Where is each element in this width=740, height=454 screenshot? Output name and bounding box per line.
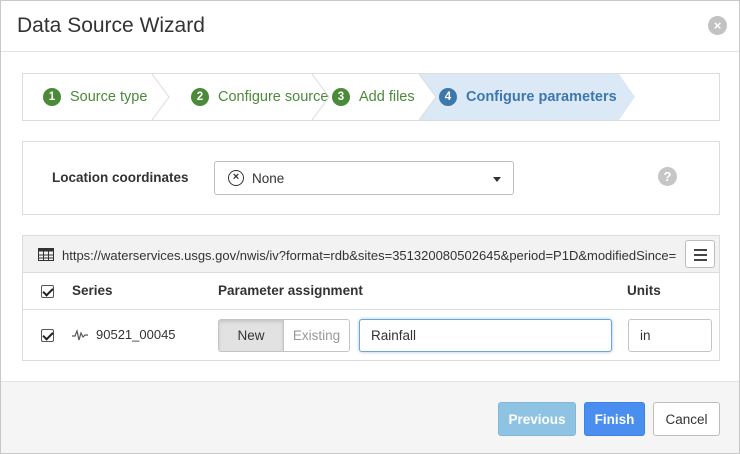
series-name: 90521_00045 [96,327,176,342]
help-icon[interactable]: ? [658,167,677,186]
parameter-name-input[interactable] [359,319,612,352]
menu-icon-line [694,259,707,261]
previous-button[interactable]: Previous [498,402,576,436]
timeseries-icon [72,329,88,341]
menu-icon [694,249,707,251]
step-configure-source[interactable]: 2 Configure source [171,74,329,120]
step-label: Add files [359,89,415,105]
select-all-checkbox[interactable] [41,285,54,298]
step-separator [152,74,170,120]
units-input[interactable] [628,319,712,352]
dialog-header: Data Source Wizard × [1,1,739,52]
step-number-badge: 4 [439,88,457,106]
chevron-down-icon [493,177,501,182]
location-coordinates-select[interactable]: × None [214,161,514,195]
table-icon [38,248,54,261]
step-add-files[interactable]: 3 Add files [312,74,419,120]
parameter-mode-toggle: New Existing [218,319,350,352]
hamburger-menu-button[interactable] [685,240,715,268]
step-separator [419,74,437,120]
existing-parameter-button[interactable]: Existing [284,319,350,352]
source-url: https://waterservices.usgs.gov/nwis/iv?f… [62,248,677,263]
step-label: Configure parameters [466,89,617,105]
none-circle-x-icon: × [228,170,244,186]
source-table-panel: https://waterservices.usgs.gov/nwis/iv?f… [22,235,720,361]
step-configure-parameters[interactable]: 4 Configure parameters [419,74,619,120]
dialog-title: Data Source Wizard [17,14,205,37]
finish-button[interactable]: Finish [584,402,645,436]
step-number-badge: 2 [191,88,209,106]
data-source-wizard-dialog: Data Source Wizard × 1 Source type 2 Con… [0,0,740,454]
close-icon[interactable]: × [708,16,727,35]
step-number-badge: 1 [43,88,61,106]
location-selected-value: None [252,171,285,186]
table-row: 90521_00045 New Existing [23,310,719,360]
wizard-steps: 1 Source type 2 Configure source 3 Add f… [22,73,720,121]
row-checkbox[interactable] [41,329,54,342]
new-parameter-button[interactable]: New [218,319,284,352]
source-url-bar: https://waterservices.usgs.gov/nwis/iv?f… [23,236,719,273]
location-panel: Location coordinates × None ? [22,141,720,215]
dialog-footer: Previous Finish Cancel [1,381,739,453]
step-source-type[interactable]: 1 Source type [23,74,154,120]
menu-icon-line [694,254,707,256]
step-label: Source type [70,89,148,105]
location-coordinates-label: Location coordinates [52,170,189,185]
table-header-row: Series Parameter assignment Units [23,273,719,310]
cancel-button[interactable]: Cancel [653,402,720,436]
column-header-units: Units [627,283,661,298]
active-step-arrow [619,74,635,120]
column-header-parameter: Parameter assignment [218,283,363,298]
step-number-badge: 3 [332,88,350,106]
column-header-series: Series [72,283,113,298]
